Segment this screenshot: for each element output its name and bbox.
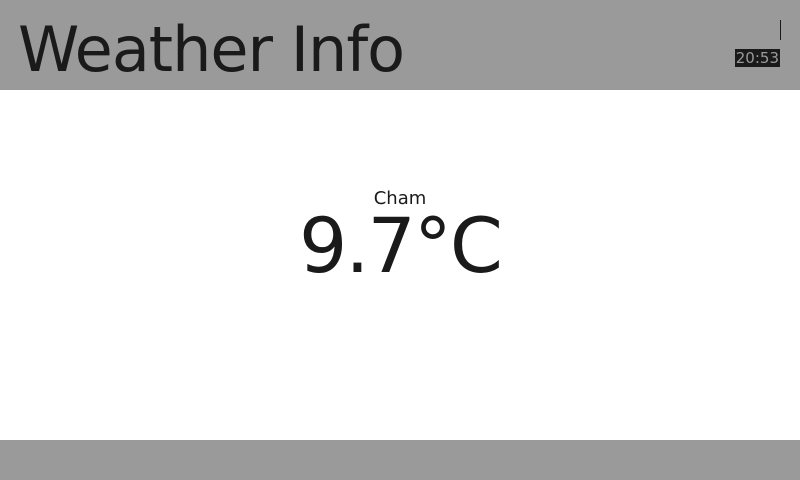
weather-screen: Weather Info 20:53 Cham 9.7°C (0, 0, 800, 480)
status-indicator (780, 20, 781, 40)
weather-reading: Cham 9.7°C (0, 188, 800, 288)
header-bar: Weather Info 20:53 (0, 0, 800, 90)
temperature-value: 9.7°C (299, 201, 503, 290)
clock: 20:53 (734, 49, 780, 67)
page-title: Weather Info (18, 13, 405, 86)
main-panel: Cham 9.7°C (0, 90, 800, 440)
footer-bar (0, 440, 800, 480)
